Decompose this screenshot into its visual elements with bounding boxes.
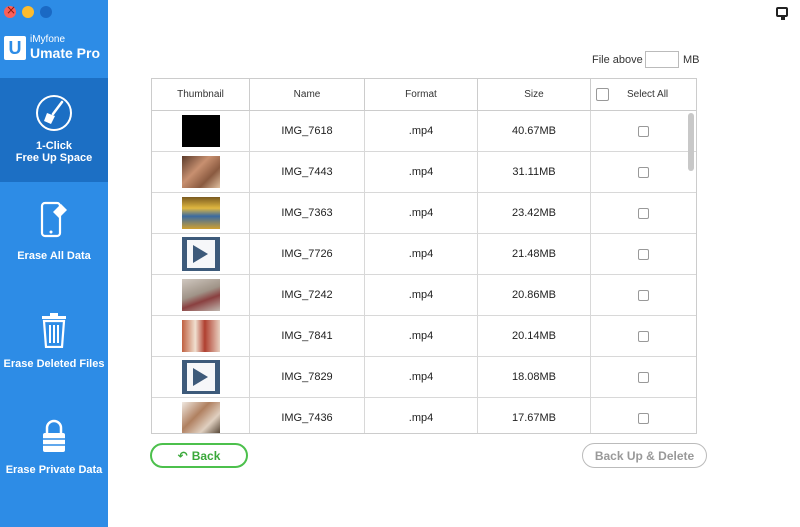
header-select-all: Select All	[591, 79, 696, 110]
file-name: IMG_7841	[250, 316, 365, 356]
video-icon	[181, 237, 220, 271]
file-name: IMG_7242	[250, 275, 365, 315]
header-thumbnail: Thumbnail	[152, 79, 250, 110]
table-scrollbar[interactable]	[688, 111, 694, 433]
sidebar-item-erase-deleted-files[interactable]: Erase Deleted Files	[0, 312, 108, 382]
close-window-button[interactable]	[4, 3, 16, 18]
table-row[interactable]: IMG_7829 .mp4 18.08MB	[152, 357, 696, 398]
thumbnail-image	[181, 197, 220, 229]
thumbnail-image	[181, 279, 220, 311]
file-name: IMG_7443	[250, 152, 365, 192]
file-format: .mp4	[365, 111, 478, 151]
file-name: IMG_7829	[250, 357, 365, 397]
brand-name: iMyfone	[30, 34, 66, 45]
trash-icon	[42, 313, 66, 348]
file-format: .mp4	[365, 234, 478, 274]
table-row[interactable]: IMG_7443 .mp4 31.11MB	[152, 152, 696, 193]
header-format[interactable]: Format	[365, 79, 478, 110]
sidebar-item-free-up-space[interactable]: 1-Click Free Up Space	[0, 78, 108, 182]
umate-logo-icon: U	[4, 35, 26, 60]
header-name[interactable]: Name	[250, 79, 365, 110]
file-size: 17.67MB	[478, 398, 591, 433]
row-checkbox[interactable]	[638, 289, 649, 301]
table-row[interactable]: IMG_7242 .mp4 20.86MB	[152, 275, 696, 316]
table-header: Thumbnail Name Format Size Select All	[152, 79, 696, 111]
file-format: .mp4	[365, 275, 478, 315]
table-row[interactable]: IMG_7363 .mp4 23.42MB	[152, 193, 696, 234]
back-arrow-icon: ↶	[177, 448, 188, 463]
sidebar-item-label: 1-Click	[35, 140, 73, 152]
zoom-window-button[interactable]	[40, 6, 52, 18]
select-all-checkbox[interactable]	[596, 88, 609, 101]
file-format: .mp4	[365, 152, 478, 192]
sidebar: U iMyfone Umate Pro 1-Click Free Up Spac…	[0, 0, 108, 527]
file-format: .mp4	[365, 193, 478, 233]
file-size: 20.14MB	[478, 316, 591, 356]
table-row[interactable]: IMG_7726 .mp4 21.48MB	[152, 234, 696, 275]
app-logo: U iMyfone Umate Pro	[4, 34, 100, 61]
header-size[interactable]: Size	[478, 79, 591, 110]
table-row[interactable]: IMG_7618 .mp4 40.67MB	[152, 111, 696, 152]
sidebar-item-label: Erase Private Data	[5, 464, 103, 476]
file-name: IMG_7726	[250, 234, 365, 274]
row-checkbox[interactable]	[638, 125, 649, 137]
row-checkbox[interactable]	[638, 412, 649, 424]
minimize-window-button[interactable]	[22, 6, 34, 18]
file-size: 23.42MB	[478, 193, 591, 233]
file-format: .mp4	[365, 398, 478, 433]
table-row[interactable]: IMG_7436 .mp4 17.67MB	[152, 398, 696, 433]
file-size-unit: MB	[683, 54, 700, 66]
scrollbar-thumb[interactable]	[688, 113, 694, 171]
file-name: IMG_7363	[250, 193, 365, 233]
file-name: IMG_7618	[250, 111, 365, 151]
file-size-input[interactable]	[645, 51, 679, 68]
row-checkbox[interactable]	[638, 166, 649, 178]
file-table: Thumbnail Name Format Size Select All IM…	[151, 78, 697, 434]
row-checkbox[interactable]	[638, 207, 649, 219]
file-name: IMG_7436	[250, 398, 365, 433]
sidebar-item-label: Free Up Space	[15, 152, 93, 164]
file-size: 40.67MB	[478, 111, 591, 151]
select-all-label[interactable]: Select All	[627, 89, 668, 100]
thumbnail-image	[181, 156, 220, 188]
table-row[interactable]: IMG_7841 .mp4 20.14MB	[152, 316, 696, 357]
file-format: .mp4	[365, 357, 478, 397]
row-checkbox[interactable]	[638, 330, 649, 342]
row-checkbox[interactable]	[638, 371, 649, 383]
back-button[interactable]: ↶ Back	[150, 443, 248, 468]
file-above-label: File above	[592, 54, 643, 66]
row-checkbox[interactable]	[638, 248, 649, 260]
file-size: 20.86MB	[478, 275, 591, 315]
back-button-label: Back	[191, 448, 221, 463]
thumbnail-image	[181, 402, 220, 433]
sidebar-item-erase-private-data[interactable]: Erase Private Data	[0, 418, 108, 488]
phone-eraser-icon	[40, 201, 67, 238]
window-controls	[4, 3, 52, 18]
file-format: .mp4	[365, 316, 478, 356]
sidebar-item-label: Erase Deleted Files	[3, 358, 105, 370]
thumbnail-image	[181, 320, 220, 352]
file-size: 18.08MB	[478, 357, 591, 397]
video-icon	[181, 360, 220, 394]
sidebar-item-erase-all-data[interactable]: Erase All Data	[0, 200, 108, 270]
backup-delete-button[interactable]: Back Up & Delete	[582, 443, 707, 468]
table-body: IMG_7618 .mp4 40.67MB IMG_7443 .mp4 31.1…	[152, 111, 696, 433]
feedback-icon[interactable]	[776, 7, 788, 20]
lock-icon	[43, 419, 65, 452]
sidebar-item-label: Erase All Data	[17, 250, 91, 262]
thumbnail-image	[181, 115, 220, 147]
file-size: 21.48MB	[478, 234, 591, 274]
file-size: 31.11MB	[478, 152, 591, 192]
product-name: Umate Pro	[30, 45, 101, 61]
broom-icon	[36, 95, 72, 131]
